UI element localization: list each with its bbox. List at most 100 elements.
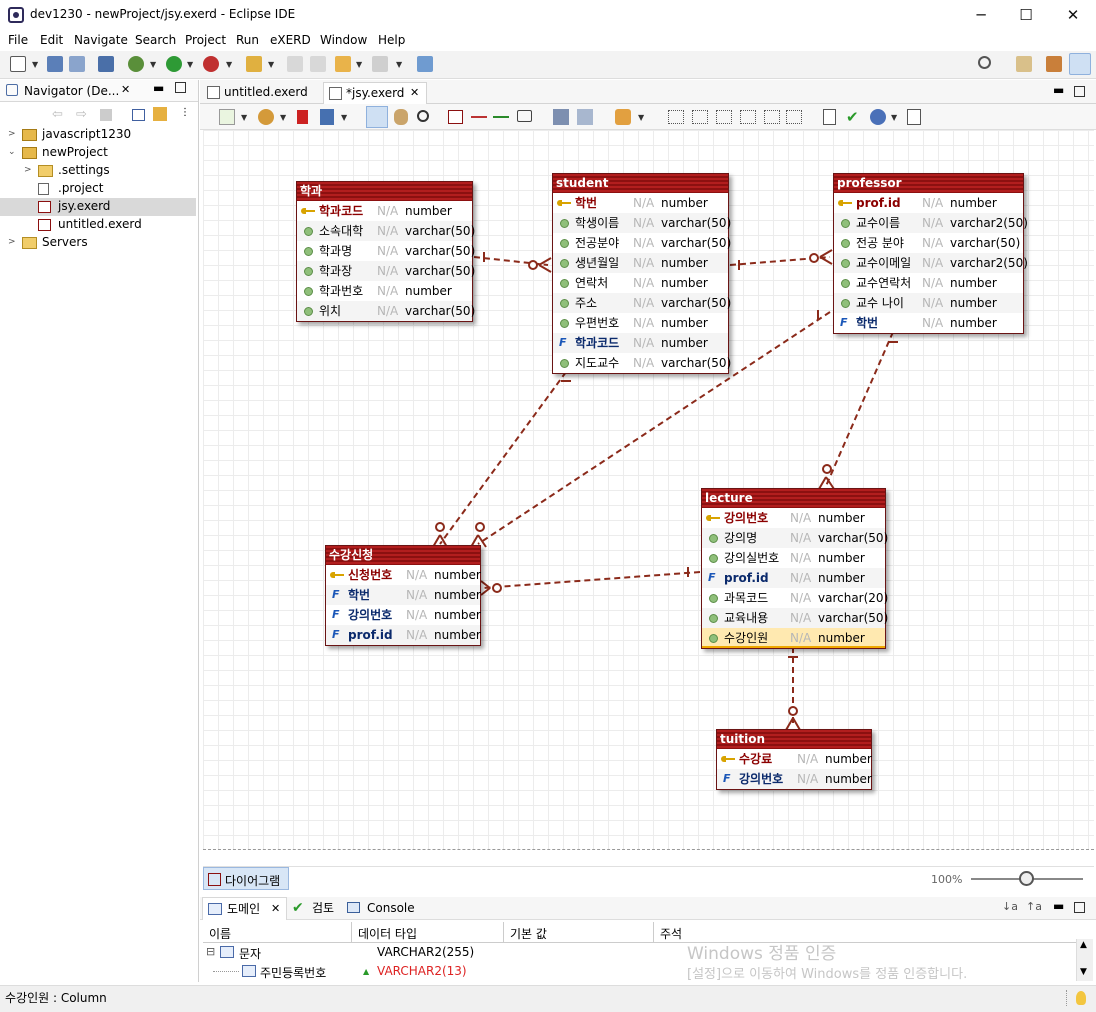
status-text: 수강인원 : Column <box>5 991 107 1005</box>
domain-icon <box>220 946 234 958</box>
canvas-footer: 다이어그램 100% <box>203 866 1094 890</box>
col-separator[interactable] <box>503 922 504 943</box>
domain-type: VARCHAR2(13) <box>377 964 467 978</box>
scroll-down-icon[interactable]: ▼ <box>1080 967 1087 977</box>
entity-column-row[interactable]: 교수이름 N/A varchar2(50) <box>834 213 1028 233</box>
entity-column-row[interactable]: F 학번 N/A number <box>834 313 1023 333</box>
foreign-key-icon: F <box>332 628 340 641</box>
column-name: prof.id <box>348 628 393 642</box>
column-logical-name: N/A <box>633 236 655 250</box>
column-type: number <box>661 316 708 330</box>
entity-column-row[interactable]: 교수 나이 N/A number <box>834 293 1023 313</box>
entity-column-row[interactable]: 학번 N/A number <box>553 193 728 213</box>
domain-row[interactable]: ⊟ 문자 VARCHAR2(255) <box>203 943 1076 962</box>
column-type: varchar(50) <box>818 611 889 625</box>
scroll-up-icon[interactable]: ▲ <box>1080 940 1087 950</box>
entity-column-row[interactable]: 학생이름 N/A varchar(50) <box>553 213 731 233</box>
entity-column-row[interactable]: 교수이메일 N/A varchar2(50) <box>834 253 1028 273</box>
entity-column-row[interactable]: 강의명 N/A varchar(50) <box>702 528 888 548</box>
tab-diagram[interactable]: 다이어그램 <box>203 867 289 890</box>
column-name: 과목코드 <box>724 591 769 605</box>
sort-ascending-icon[interactable]: ↓a <box>1002 900 1018 915</box>
tab-domain[interactable]: 도메인 ✕ <box>202 897 287 920</box>
tab-domain-close-icon[interactable]: ✕ <box>271 898 280 920</box>
column-logical-name: N/A <box>377 304 399 318</box>
entity-column-row[interactable]: 우편번호 N/A number <box>553 313 728 333</box>
entity-columns: 강의번호 N/A number 강의명 N/A varchar(50) 강의실번호 N/A nu… <box>702 508 889 648</box>
entity-column-row[interactable]: F 강의번호 N/A number <box>717 769 872 789</box>
entity-title: student <box>553 174 728 193</box>
tab-console[interactable]: Console <box>343 897 423 920</box>
scrollbar[interactable]: ▲ ▼ <box>1076 939 1093 981</box>
col-separator[interactable] <box>351 922 352 943</box>
entity-professor[interactable]: professor prof.id N/A number 교수이름 N/A varchar2… <box>833 173 1028 334</box>
attribute-icon <box>841 219 850 228</box>
column-name: 강의명 <box>724 531 758 545</box>
entity-column-row[interactable]: 강의실번호 N/A number <box>702 548 885 568</box>
tab-review[interactable]: ✔ 검토 <box>288 897 343 920</box>
entity-column-row[interactable]: F 강의번호 N/A number <box>326 605 481 625</box>
entity-column-row[interactable]: Fprof.id N/A number <box>326 625 481 645</box>
entity-column-row[interactable]: 수강인원 N/A number <box>702 628 885 648</box>
entity-column-row[interactable]: 교수연락처 N/A number <box>834 273 1023 293</box>
entity-columns: 신청번호 N/A number F 학번 N/A number F 강의번호 N/A number F… <box>326 565 481 645</box>
column-name: 지도교수 <box>575 356 620 370</box>
entity-column-row[interactable]: Fprof.id N/A number <box>702 568 885 588</box>
status-bar: 수강인원 : Column <box>0 985 1096 1012</box>
entity-column-row[interactable]: 주소 N/A varchar(50) <box>553 293 731 313</box>
entity-column-row[interactable]: 학과장 N/A varchar(50) <box>297 261 475 281</box>
column-logical-name: N/A <box>797 772 819 786</box>
entity-column-row[interactable]: 학과코드 N/A number <box>297 201 472 221</box>
entity-column-row[interactable]: 학과명 N/A varchar(50) <box>297 241 475 261</box>
attribute-icon <box>560 259 569 268</box>
primary-key-icon <box>330 572 344 578</box>
entity-column-row[interactable]: 소속대학 N/A varchar(50) <box>297 221 475 241</box>
entity-column-row[interactable]: 연락처 N/A number <box>553 273 728 293</box>
primary-key-icon <box>557 200 571 206</box>
col-separator[interactable] <box>653 922 654 943</box>
column-name: 교수이메일 <box>856 256 912 270</box>
rel-lecture-enroll <box>482 571 701 589</box>
bottom-minimize-icon[interactable]: ▬ <box>1053 899 1064 913</box>
entity-column-row[interactable]: 학과번호 N/A number <box>297 281 472 301</box>
expander-icon[interactable]: ⊟ <box>206 945 215 958</box>
column-logical-name: N/A <box>790 571 812 585</box>
entity-column-row[interactable]: 신청번호 N/A number <box>326 565 481 585</box>
entity-column-row[interactable]: 생년월일 N/A number <box>553 253 728 273</box>
entity-column-row[interactable]: 수강료 N/A number <box>717 749 872 769</box>
lightbulb-icon[interactable] <box>1076 991 1086 1005</box>
bottom-maximize-icon[interactable] <box>1074 902 1085 913</box>
entity-column-row[interactable]: F 학과코드 N/A number <box>553 333 728 353</box>
entity-column-row[interactable]: 전공 분야 N/A varchar(50) <box>834 233 1023 253</box>
column-type: number <box>818 631 865 645</box>
entity-column-row[interactable]: F 학번 N/A number <box>326 585 481 605</box>
col-default-header[interactable]: 기본 값 <box>510 925 547 942</box>
column-type: varchar(50) <box>661 356 732 370</box>
attribute-icon <box>560 219 569 228</box>
entity-column-row[interactable]: 과목코드 N/A varchar(20) <box>702 588 888 608</box>
col-type-header[interactable]: 데이터 타입 <box>358 925 417 942</box>
entity-column-row[interactable]: prof.id N/A number <box>834 193 1023 213</box>
entity-column-row[interactable]: 교육내용 N/A varchar(50) <box>702 608 889 628</box>
column-name: 우편번호 <box>575 316 620 330</box>
tab-console-label: Console <box>367 901 415 915</box>
entity-lecture[interactable]: lecture 강의번호 N/A number 강의명 N/A varchar(50) 강의실… <box>701 488 889 649</box>
column-logical-name: N/A <box>797 752 819 766</box>
triangle-icon: ▲ <box>363 967 370 976</box>
column-logical-name: N/A <box>633 316 655 330</box>
entity-column-row[interactable]: 전공분야 N/A varchar(50) <box>553 233 731 253</box>
entity-title: professor <box>834 174 1023 193</box>
entity-enrollment[interactable]: 수강신청 신청번호 N/A number F 학번 N/A number F 강의번호 N/A num… <box>325 545 481 646</box>
column-name: 강의번호 <box>348 608 393 622</box>
column-name: 수강료 <box>739 752 773 766</box>
entity-column-row[interactable]: 강의번호 N/A number <box>702 508 885 528</box>
entity-student[interactable]: student 학번 N/A number 학생이름 N/A varchar(50) 전공분야… <box>552 173 732 374</box>
entity-column-row[interactable]: 지도교수 N/A varchar(50) <box>553 353 732 373</box>
zoom-slider-thumb[interactable] <box>1019 871 1034 886</box>
entity-column-row[interactable]: 위치 N/A varchar(50) <box>297 301 475 321</box>
entity-dept[interactable]: 학과 학과코드 N/A number 소속대학 N/A varchar(50) 학과명 N/A v… <box>296 181 475 322</box>
sort-descending-icon[interactable]: ↑a <box>1026 900 1042 915</box>
entity-tuition[interactable]: tuition 수강료 N/A number F 강의번호 N/A number <box>716 729 872 790</box>
col-comment-header[interactable]: 주석 <box>660 925 682 942</box>
col-name-header[interactable]: 이름 <box>209 925 231 942</box>
